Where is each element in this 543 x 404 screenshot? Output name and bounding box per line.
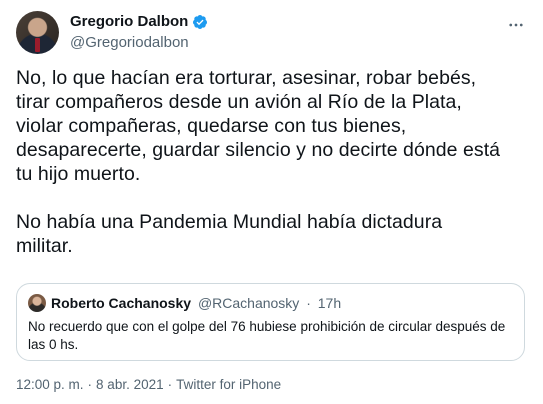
quoted-tweet-header: Roberto Cachanosky @RCachanosky · 17h — [51, 295, 341, 311]
author-handle[interactable]: @Gregoriodalbon — [70, 34, 189, 51]
verified-badge-icon — [193, 14, 208, 29]
tweet-time[interactable]: 12:00 p. m. — [16, 377, 84, 392]
more-horizontal-icon[interactable] — [507, 16, 525, 34]
tweet[interactable]: Gregorio Dalbon @Gregoriodalbon No, lo q… — [0, 0, 543, 404]
avatar-detail — [35, 38, 40, 52]
quoted-timestamp: 17h — [317, 295, 342, 311]
quoted-author-handle: @RCachanosky — [197, 295, 300, 311]
quoted-author-avatar — [28, 294, 46, 312]
tweet-meta: 12:00 p. m. · 8 abr. 2021 · Twitter for iPho… — [16, 377, 281, 392]
quoted-tweet[interactable]: Roberto Cachanosky @RCachanosky · 17h No… — [16, 283, 525, 361]
tweet-date[interactable]: 8 abr. 2021 — [96, 377, 164, 392]
author-avatar[interactable] — [16, 11, 59, 54]
meta-separator: · — [87, 377, 93, 392]
tweet-text: No, lo que hacían era torturar, asesinar… — [16, 67, 501, 257]
author-name-row: Gregorio Dalbon — [70, 13, 208, 30]
quoted-separator: · — [306, 295, 311, 311]
meta-separator: · — [167, 377, 173, 392]
author-display-name[interactable]: Gregorio Dalbon — [70, 13, 188, 30]
tweet-source-link[interactable]: Twitter for iPhone — [176, 377, 281, 392]
quoted-tweet-text: No recuerdo que con el golpe del 76 hubi… — [28, 319, 506, 352]
quoted-author-name: Roberto Cachanosky — [51, 295, 192, 311]
